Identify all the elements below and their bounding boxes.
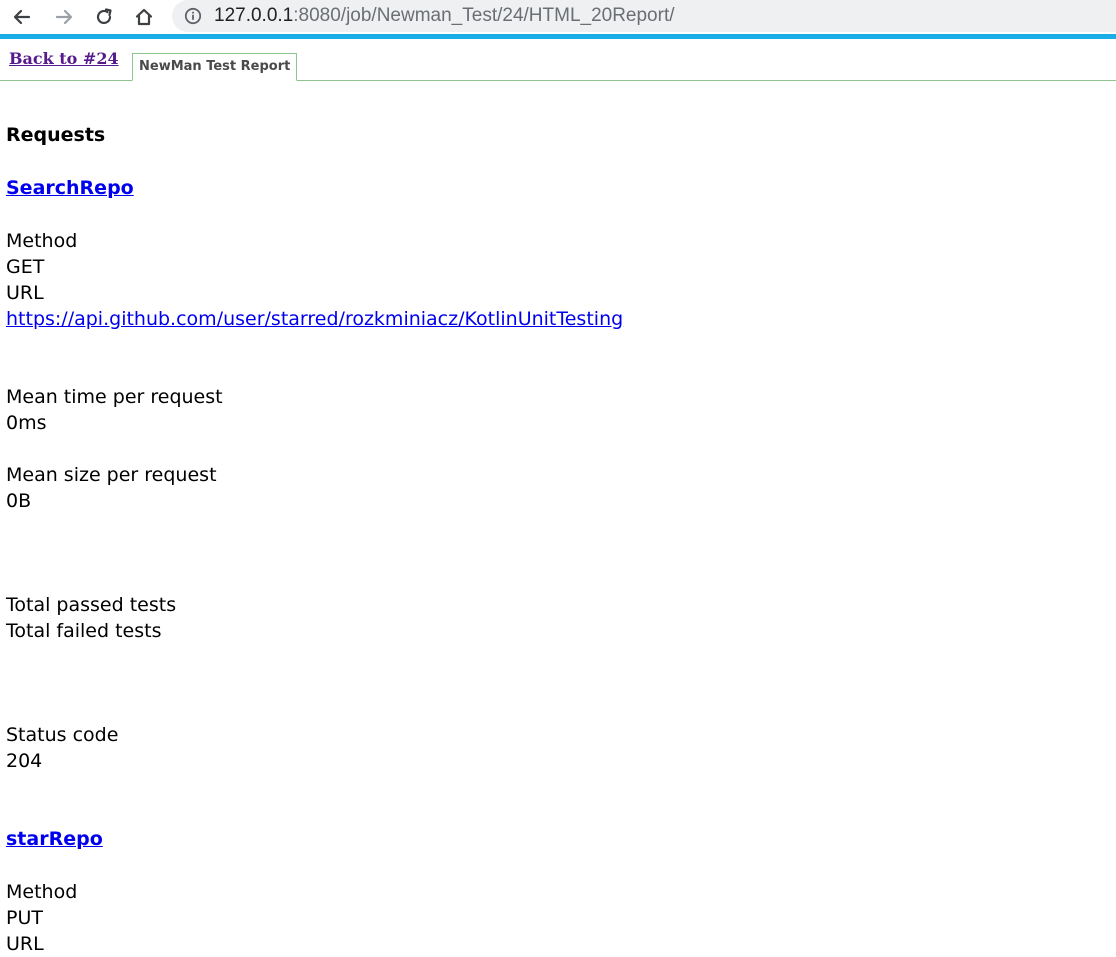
reload-icon bbox=[96, 8, 112, 25]
method-label: Method bbox=[6, 230, 78, 252]
report-header-bar: Back to #24 NewMan Test Report bbox=[0, 39, 1116, 81]
browser-toolbar: 127.0.0.1:8080/job/Newman_Test/24/HTML_2… bbox=[0, 0, 1116, 34]
status-code-value: 204 bbox=[6, 750, 43, 772]
info-icon[interactable] bbox=[184, 7, 202, 25]
mean-size-label: Mean size per request bbox=[6, 464, 217, 486]
request-name-link[interactable]: starRepo bbox=[6, 826, 103, 852]
mean-time-label: Mean time per request bbox=[6, 386, 223, 408]
back-to-build-link[interactable]: Back to #24 bbox=[9, 49, 119, 68]
back-button[interactable] bbox=[9, 4, 35, 30]
total-passed-label: Total passed tests bbox=[6, 594, 177, 616]
forward-arrow-icon bbox=[55, 9, 73, 25]
method-label: Method bbox=[6, 881, 78, 903]
address-bar[interactable]: 127.0.0.1:8080/job/Newman_Test/24/HTML_2… bbox=[172, 0, 1116, 32]
forward-button[interactable] bbox=[51, 4, 77, 30]
method-value: PUT bbox=[6, 907, 43, 929]
tab-newman-test-report[interactable]: NewMan Test Report bbox=[132, 53, 298, 81]
status-code-label: Status code bbox=[6, 724, 119, 746]
url-host: 127.0.0.1 bbox=[214, 5, 294, 26]
url-label: URL bbox=[6, 282, 44, 304]
request-url-link[interactable]: https://api.github.com/user/starred/rozk… bbox=[6, 306, 623, 332]
mean-time-value: 0ms bbox=[6, 412, 47, 434]
url-text[interactable]: 127.0.0.1:8080/job/Newman_Test/24/HTML_2… bbox=[214, 4, 675, 28]
total-failed-label: Total failed tests bbox=[6, 620, 162, 642]
requests-heading: Requests bbox=[6, 124, 106, 146]
url-label: URL bbox=[6, 933, 44, 955]
request-name-link[interactable]: SearchRepo bbox=[6, 175, 134, 201]
back-arrow-icon bbox=[13, 9, 31, 25]
url-path: :8080/job/Newman_Test/24/HTML_20Report/ bbox=[293, 5, 675, 26]
reload-button[interactable] bbox=[91, 4, 117, 30]
mean-size-value: 0B bbox=[6, 490, 32, 512]
method-value: GET bbox=[6, 256, 45, 278]
home-icon bbox=[135, 8, 153, 26]
home-button[interactable] bbox=[131, 4, 157, 30]
